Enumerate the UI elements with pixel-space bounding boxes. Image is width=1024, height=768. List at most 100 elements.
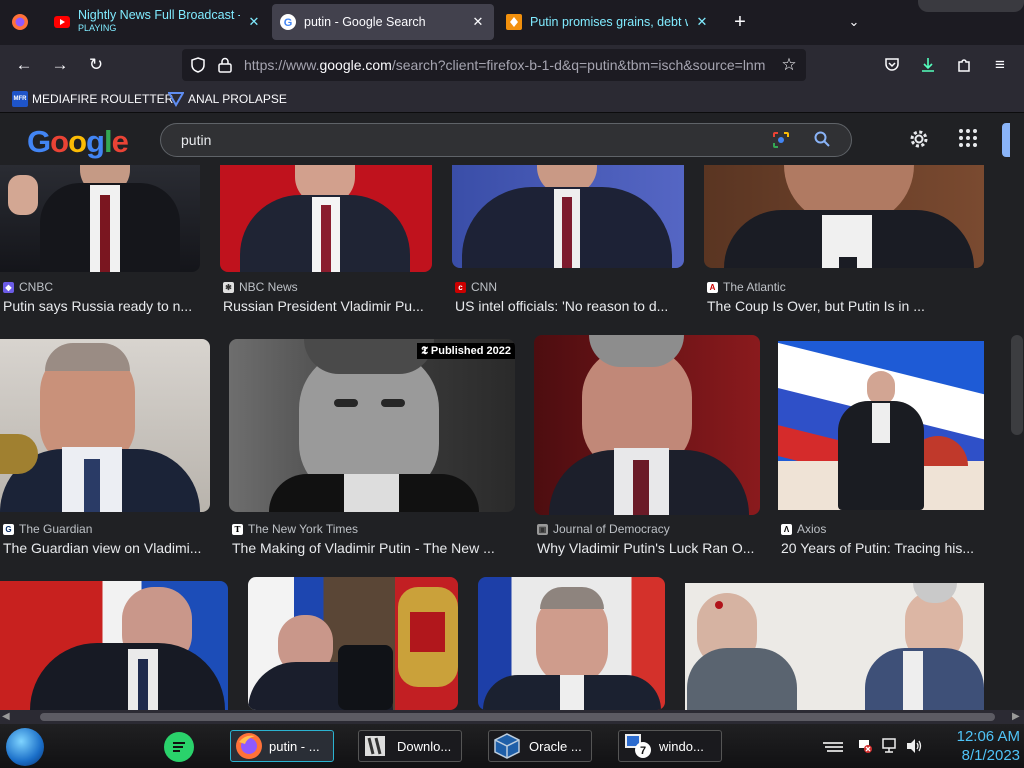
google-icon: G [280, 14, 296, 30]
puzzle-icon [958, 59, 970, 72]
tab-putin-promises[interactable]: Putin promises grains, debt wri ✕ [498, 4, 718, 40]
bookmark-star-button[interactable]: ☆ [778, 54, 800, 76]
result-thumbnail[interactable] [0, 339, 210, 512]
virtualbox-icon [494, 733, 520, 759]
apps-button[interactable] [958, 128, 982, 152]
downloads-icon [365, 736, 385, 756]
tab-title: Nightly News Full Broadcast - A [78, 9, 240, 22]
mediafire-icon: MFR [12, 91, 28, 107]
result-caption[interactable]: The Making of Vladimir Putin - The New .… [232, 540, 514, 556]
chevron-down-icon: ⌄ [848, 14, 860, 29]
clock[interactable]: 12:06 AM 8/1/2023 [930, 727, 1020, 767]
image-result[interactable] [0, 581, 228, 710]
url-bar[interactable]: https://www.google.com/search?client=fir… [182, 49, 806, 81]
image-result[interactable]: ✱ NBC News Russian President Vladimir Pu.… [220, 165, 432, 325]
taskbar-item-windows[interactable]: 7 windo... [618, 730, 722, 762]
result-caption[interactable]: The Guardian view on Vladimi... [3, 540, 209, 556]
result-thumbnail[interactable] [478, 577, 665, 710]
result-source: T The New York Times [232, 522, 358, 536]
result-thumbnail[interactable] [704, 165, 984, 268]
result-caption[interactable]: Russian President Vladimir Pu... [223, 298, 431, 314]
url-text: https://www.google.com/search?client=fir… [244, 57, 766, 73]
image-result[interactable]: ◆ CNBC Putin says Russia ready to n... [0, 165, 200, 325]
taskbar-item-firefox[interactable]: putin - ... [230, 730, 334, 762]
search-button[interactable] [813, 130, 835, 152]
back-button[interactable]: ← [10, 51, 38, 79]
window-titlebar-shape [918, 0, 1024, 12]
result-caption[interactable]: US intel officials: 'No reason to d... [455, 298, 683, 314]
close-tab-icon[interactable]: ✕ [470, 14, 486, 30]
image-result[interactable] [248, 577, 458, 710]
result-caption[interactable]: Putin says Russia ready to n... [3, 298, 198, 314]
result-thumbnail[interactable] [778, 341, 984, 510]
pocket-button[interactable] [878, 51, 906, 79]
tab-google-search[interactable]: G putin - Google Search ✕ [272, 4, 494, 40]
search-box[interactable] [160, 123, 852, 157]
image-result[interactable] [478, 577, 665, 710]
close-tab-icon[interactable]: ✕ [246, 14, 262, 30]
new-tab-button[interactable]: + [728, 10, 752, 34]
star-icon: ☆ [781, 55, 797, 74]
google-logo[interactable]: Google [27, 125, 129, 159]
result-thumbnail[interactable] [452, 165, 684, 268]
scroll-left-icon[interactable]: ◀ [2, 710, 10, 724]
bookmark-mediafire[interactable]: MFR MEDIAFIRE ROULETTER [12, 89, 173, 109]
forward-button[interactable]: → [46, 51, 74, 79]
result-source: c CNN [455, 280, 497, 294]
result-thumbnail[interactable]: 𝕿 Published 2022 [229, 339, 515, 512]
vertical-scrollbar[interactable] [1010, 165, 1024, 710]
result-caption[interactable]: The Coup Is Over, but Putin Is in ... [707, 298, 983, 314]
downloads-button[interactable] [914, 51, 942, 79]
list-all-tabs-button[interactable]: ⌄ [842, 10, 866, 34]
notes-app-icon[interactable] [164, 732, 194, 762]
settings-button[interactable] [907, 127, 933, 153]
image-result[interactable]: Λ Axios 20 Years of Putin: Tracing his... [778, 341, 984, 559]
image-result[interactable]: ▣ Journal of Democracy Why Vladimir Putin… [534, 335, 760, 559]
result-thumbnail[interactable] [0, 165, 200, 272]
image-result[interactable] [685, 583, 984, 710]
bookmark-second[interactable]: ANAL PROLAPSE [168, 89, 287, 109]
axios-icon: Λ [781, 523, 792, 535]
reload-button[interactable]: ↻ [82, 51, 110, 79]
result-thumbnail[interactable] [220, 165, 432, 272]
tab-playing-label: PLAYING [78, 23, 117, 33]
notification-flag-icon[interactable] [857, 738, 873, 754]
hamburger-icon: ≡ [995, 55, 1005, 74]
close-tab-icon[interactable]: ✕ [694, 14, 710, 30]
image-result[interactable]: 𝕿 Published 2022 T The New York Times The … [229, 339, 515, 559]
taskbar-item-label: windo... [659, 738, 704, 754]
result-source: Λ Axios [781, 522, 826, 536]
result-thumbnail[interactable] [0, 581, 228, 710]
lens-icon [773, 132, 789, 148]
scrollbar-thumb[interactable] [40, 713, 995, 721]
app-menu-button[interactable]: ≡ [986, 51, 1014, 79]
scroll-right-icon[interactable]: ▶ [1012, 710, 1020, 724]
image-result[interactable]: G The Guardian The Guardian view on Vladi… [0, 339, 210, 559]
start-button[interactable] [6, 728, 44, 766]
shield-icon [191, 57, 205, 73]
scrollbar-thumb[interactable] [1011, 335, 1023, 435]
volume-icon[interactable] [905, 738, 923, 754]
taskbar-item-downloads[interactable]: Downlo... [358, 730, 462, 762]
horizontal-scrollbar[interactable]: ◀ ▶ [0, 710, 1024, 724]
result-caption[interactable]: Why Vladimir Putin's Luck Ran O... [537, 540, 759, 556]
network-icon[interactable] [881, 738, 899, 754]
search-input[interactable] [181, 131, 721, 149]
result-thumbnail[interactable] [534, 335, 760, 515]
image-result[interactable]: A The Atlantic The Coup Is Over, but Puti… [704, 165, 984, 325]
result-thumbnail[interactable] [248, 577, 458, 710]
firefox-view-icon [12, 14, 28, 30]
keyboard-tray-icon[interactable] [822, 740, 844, 752]
taskbar-item-virtualbox[interactable]: Oracle ... [488, 730, 592, 762]
result-caption[interactable]: 20 Years of Putin: Tracing his... [781, 540, 983, 556]
image-result[interactable]: c CNN US intel officials: 'No reason to d… [452, 165, 684, 325]
result-source: ▣ Journal of Democracy [537, 522, 670, 536]
result-thumbnail[interactable] [685, 583, 984, 710]
account-edge[interactable] [1002, 123, 1010, 157]
tab-nightly-news[interactable]: Nightly News Full Broadcast - A PLAYING … [46, 4, 270, 40]
gear-icon [910, 130, 928, 148]
lens-button[interactable] [771, 130, 793, 152]
firefox-view-button[interactable] [8, 10, 32, 34]
extensions-button[interactable] [950, 51, 978, 79]
cnn-icon: c [455, 281, 466, 293]
